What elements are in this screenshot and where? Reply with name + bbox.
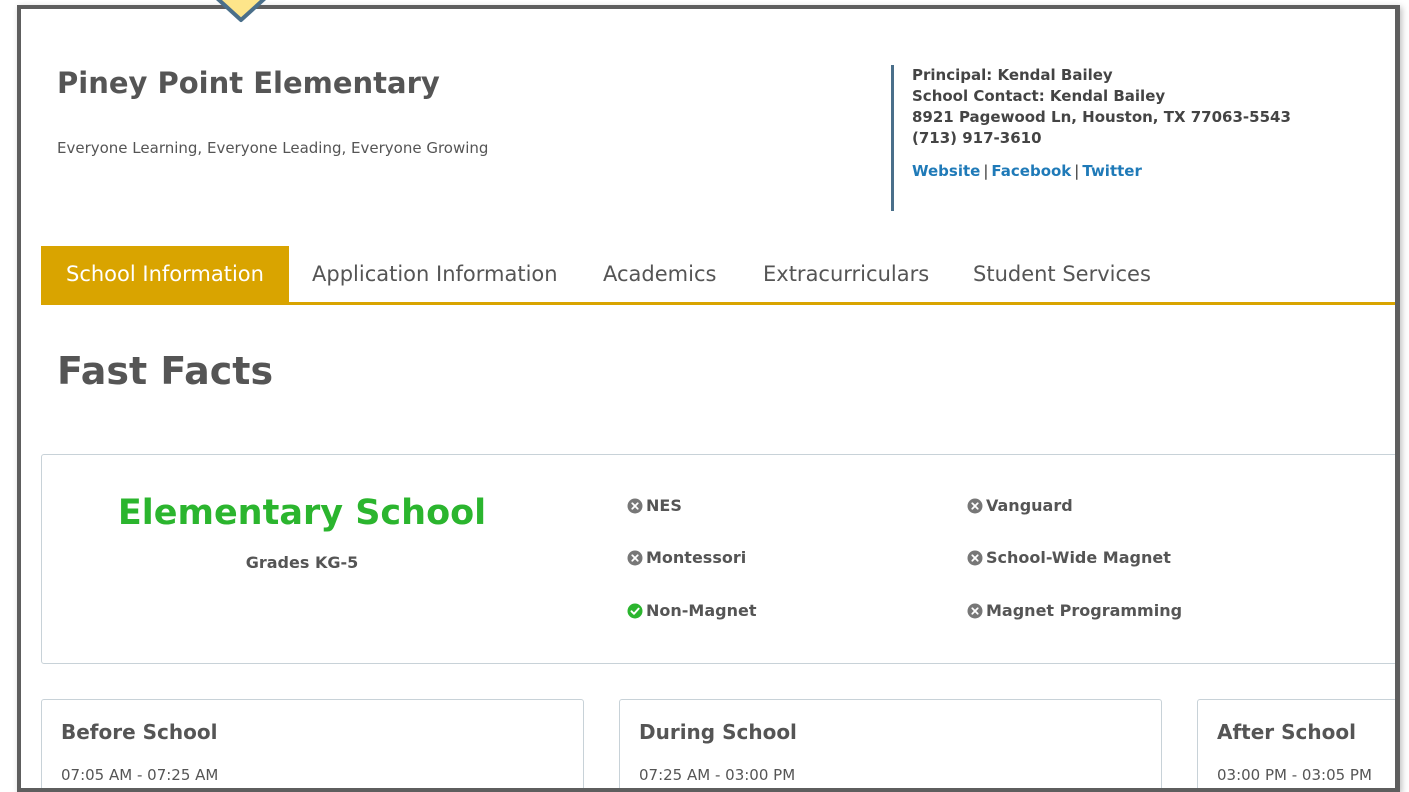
schedule-time: 03:00 PM - 03:05 PM [1217,766,1372,784]
contact-block: Principal: Kendal Bailey School Contact:… [891,65,1291,211]
check-circle-icon [627,603,643,618]
facebook-link[interactable]: Facebook [991,162,1071,180]
tab-extracurriculars[interactable]: Extracurriculars [763,246,929,302]
fast-facts-card: Elementary School Grades KG-5 NES Vangua… [41,454,1395,664]
social-links: Website | Facebook | Twitter [912,161,1291,182]
x-circle-icon [967,603,983,618]
x-circle-icon [627,498,643,513]
schedule-title: Before School [61,720,218,744]
schedule-time: 07:05 AM - 07:25 AM [61,766,219,784]
feature-school-wide-magnet: School-Wide Magnet [967,548,1171,567]
feature-label: NES [646,496,682,515]
schedule-title: After School [1217,720,1356,744]
callout-arrow-icon [216,0,266,22]
feature-label: Vanguard [986,496,1073,515]
page-frame: Piney Point Elementary Everyone Learning… [17,5,1400,792]
tab-student-services[interactable]: Student Services [973,246,1151,302]
feature-magnet-programming: Magnet Programming [967,601,1182,620]
schedule-card-after-school: After School 03:00 PM - 03:05 PM [1197,699,1395,788]
tab-bar: School Information Application Informati… [41,246,1395,305]
grade-range: Grades KG-5 [245,553,359,572]
schedule-title: During School [639,720,797,744]
feature-nes: NES [627,496,682,515]
school-tagline: Everyone Learning, Everyone Leading, Eve… [57,139,489,157]
schedule-card-before-school: Before School 07:05 AM - 07:25 AM [41,699,584,788]
school-type: Elementary School [117,493,487,533]
feature-label: Non-Magnet [646,601,757,620]
school-name: Piney Point Elementary [57,66,440,100]
principal-name: Principal: Kendal Bailey [912,66,1113,84]
school-phone: (713) 917-3610 [912,129,1042,147]
x-circle-icon [627,550,643,565]
schedule-card-during-school: During School 07:25 AM - 03:00 PM [619,699,1162,788]
link-separator: | [1074,162,1080,180]
feature-label: Magnet Programming [986,601,1183,620]
schedule-time: 07:25 AM - 03:00 PM [639,766,796,784]
feature-vanguard: Vanguard [967,496,1073,515]
x-circle-icon [967,550,983,565]
feature-non-magnet: Non-Magnet [627,601,756,620]
feature-label: Montessori [646,548,747,567]
x-circle-icon [967,498,983,513]
link-separator: | [983,162,989,180]
website-link[interactable]: Website [912,162,980,180]
tab-application-information[interactable]: Application Information [312,246,558,302]
fast-facts-heading: Fast Facts [57,349,274,393]
feature-montessori: Montessori [627,548,746,567]
tab-school-information[interactable]: School Information [41,246,289,302]
tab-academics[interactable]: Academics [603,246,716,302]
school-address: 8921 Pagewood Ln, Houston, TX 77063-5543 [912,108,1291,126]
school-contact-name: School Contact: Kendal Bailey [912,87,1166,105]
feature-label: School-Wide Magnet [986,548,1171,567]
twitter-link[interactable]: Twitter [1082,162,1142,180]
